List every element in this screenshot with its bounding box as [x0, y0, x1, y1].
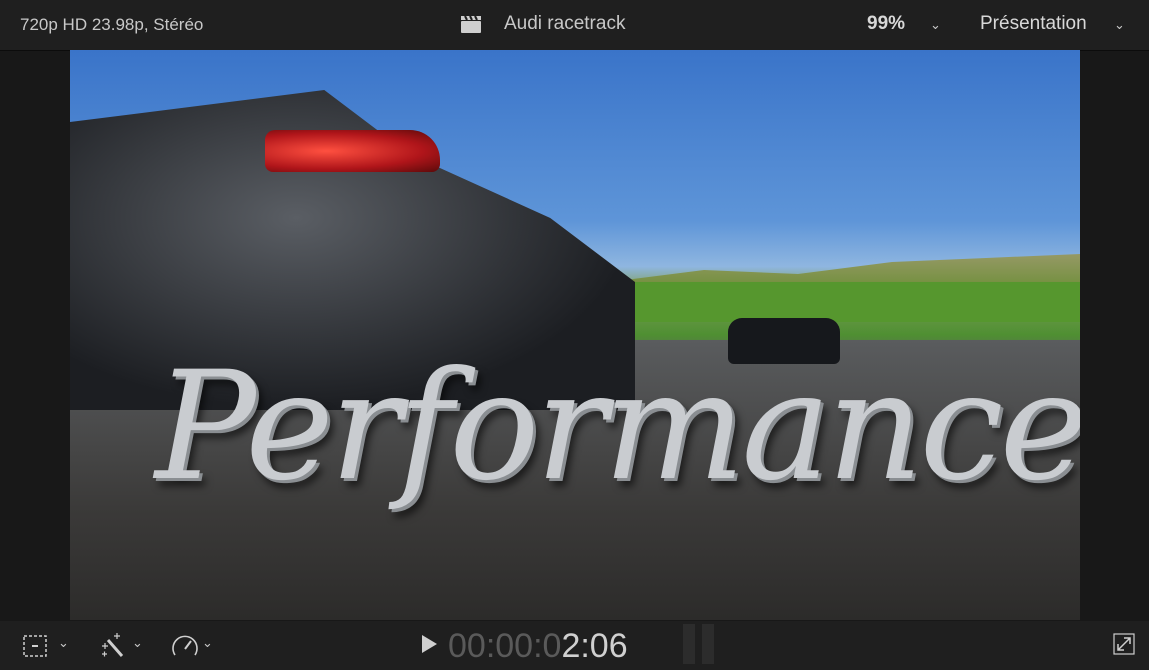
clapperboard-icon	[461, 15, 481, 33]
speedometer-icon[interactable]	[170, 632, 200, 658]
timecode-active: 2:06	[561, 627, 628, 665]
timecode-dim: 00:00:0	[448, 627, 562, 665]
speed-chevron-down-icon[interactable]: ⌄	[202, 635, 213, 651]
viewer-footer: ⌄ ⌄ ⌄ 00:00:02:06	[0, 621, 1149, 670]
zoom-chevron-down-icon[interactable]: ⌄	[930, 17, 941, 33]
view-menu[interactable]: Présentation	[980, 13, 1087, 35]
play-button[interactable]	[422, 635, 437, 653]
audio-meter-right	[702, 624, 714, 664]
grass	[630, 282, 1080, 322]
clip-title-area: Audi racetrack	[460, 13, 625, 35]
title-overlay: Performance	[155, 340, 1080, 514]
video-frame: Performance	[70, 50, 1080, 620]
transform-icon[interactable]	[22, 634, 48, 658]
tail-light	[265, 130, 440, 172]
format-info: 720p HD 23.98p, Stéréo	[20, 15, 204, 34]
viewer-header: 720p HD 23.98p, Stéréo Audi racetrack 99…	[0, 0, 1149, 51]
magic-wand-icon[interactable]	[98, 632, 128, 660]
zoom-level[interactable]: 99%	[867, 13, 905, 35]
view-chevron-down-icon[interactable]: ⌄	[1114, 17, 1125, 33]
timecode[interactable]: 00:00:02:06	[448, 627, 628, 666]
audio-meter-left	[683, 624, 695, 664]
fullscreen-icon[interactable]	[1113, 633, 1135, 655]
transform-chevron-down-icon[interactable]: ⌄	[58, 635, 69, 651]
clip-title: Audi racetrack	[504, 13, 626, 34]
enhance-chevron-down-icon[interactable]: ⌄	[132, 635, 143, 651]
